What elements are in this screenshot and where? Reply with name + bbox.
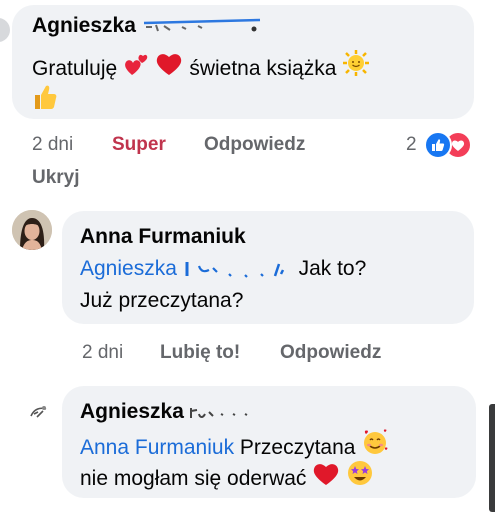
avatar-comment1[interactable] <box>0 18 10 42</box>
redacted-surname-scribble <box>143 18 260 32</box>
reply-time[interactable]: 2 dni <box>82 341 123 365</box>
red-heart-icon-2 <box>312 464 346 492</box>
reply-button-anna[interactable]: Odpowiedz <box>280 341 381 365</box>
reply-bubble-agnieszka: Agnieszka Anna Furmaniuk Przeczytana nie… <box>62 386 476 498</box>
reply2-author-row: Agnieszka <box>80 399 255 425</box>
reply2-text-line2: nie mogłam się oderwać <box>80 459 374 495</box>
scrollbar[interactable] <box>489 404 495 512</box>
mention-link[interactable]: Agnieszka <box>80 257 177 280</box>
reply-button[interactable]: Odpowiedz <box>204 133 305 157</box>
reaction-super-button[interactable]: Super <box>112 133 166 157</box>
like-reaction-icon <box>424 131 452 159</box>
mention-link-anna[interactable]: Anna Furmaniuk <box>80 436 234 459</box>
redacted-surname-scribble-2 <box>189 408 248 418</box>
smiling-sun-icon <box>342 50 370 82</box>
comment-text: Gratuluję świetna książka <box>32 49 370 85</box>
hide-button[interactable]: Ukryj <box>32 166 80 190</box>
reply2-text-end: nie mogłam się oderwać <box>80 467 307 490</box>
comment-bubble: Agnieszka Gratuluję świetna książka <box>12 5 474 119</box>
reaction-summary[interactable] <box>424 131 474 159</box>
comment-actions: 2 dni Super Odpowiedz 2 <box>32 133 482 159</box>
reply-actions-anna: 2 dni Lubię to! Odpowiedz <box>82 341 422 367</box>
two-hearts-icon <box>123 54 155 82</box>
redacted-mention-scribble <box>185 262 284 279</box>
reply-text-line2: Już przeczytana? <box>80 289 244 312</box>
like-button[interactable]: Lubię to! <box>160 341 240 365</box>
portrait-icon <box>12 210 52 250</box>
reaction-count: 2 <box>406 134 417 155</box>
reply-text-line1: Agnieszka Jak to? <box>80 253 366 284</box>
reply2-text-start: Przeczytana <box>239 436 356 459</box>
comment-author[interactable]: Agnieszka <box>32 13 136 39</box>
reply-text-question: Jak to? <box>298 257 367 280</box>
comments-thread: Agnieszka Gratuluję świetna książka 2 dn… <box>0 0 495 512</box>
star-struck-icon <box>346 461 374 492</box>
comment-time[interactable]: 2 dni <box>32 133 73 157</box>
thumbs-up-icon <box>32 83 58 117</box>
reply-bubble-anna: Anna Furmaniuk Agnieszka Jak to? Już prz… <box>62 211 474 324</box>
reply2-author[interactable]: Agnieszka <box>80 399 184 425</box>
smiling-face-with-hearts-icon <box>361 429 389 461</box>
comment-text-start: Gratuluję <box>32 57 118 80</box>
hide-row: Ukryj <box>32 166 92 190</box>
avatar-anna[interactable] <box>12 210 52 250</box>
comment-author-row: Agnieszka <box>32 13 272 39</box>
avatar-agnieszka-small[interactable] <box>28 401 50 423</box>
comment-text-end: świetna książka <box>189 57 337 80</box>
avatar-sketch-icon <box>30 406 47 418</box>
red-heart-icon <box>155 54 189 82</box>
reply-author[interactable]: Anna Furmaniuk <box>80 224 246 250</box>
